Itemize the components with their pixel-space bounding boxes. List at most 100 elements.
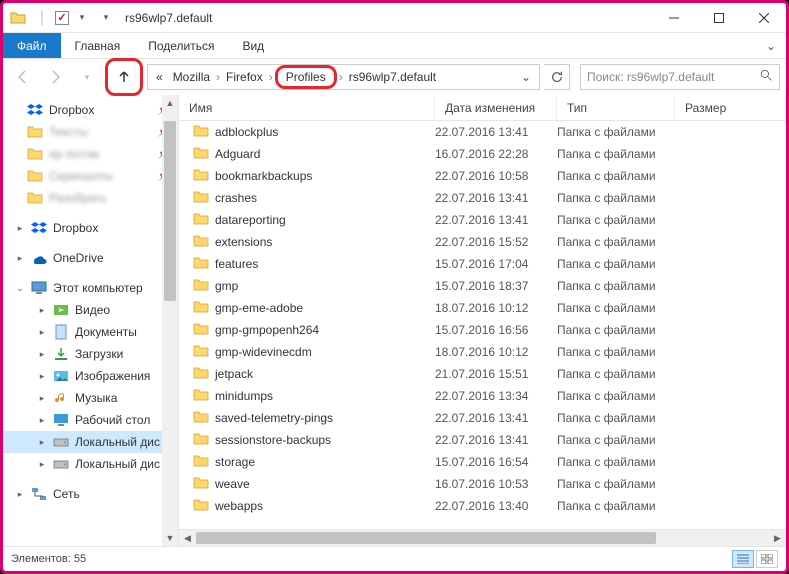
address-dropdown-icon[interactable]: ⌄ xyxy=(517,70,535,84)
tree-caret-icon[interactable]: ▸ xyxy=(15,253,25,264)
scroll-thumb[interactable] xyxy=(164,121,176,301)
tree-caret-icon[interactable]: ▸ xyxy=(37,437,47,448)
qat-dropdown-icon[interactable]: ▾ xyxy=(71,7,93,29)
file-row[interactable]: gmp-gmpopenh26415.07.2016 16:56Папка с ф… xyxy=(179,319,786,341)
file-row[interactable]: webapps22.07.2016 13:40Папка с файлами xyxy=(179,495,786,517)
address-bar[interactable]: « Mozilla › Firefox › Profiles › rs96wlp… xyxy=(147,64,540,90)
tree-caret-icon[interactable]: ▸ xyxy=(37,459,47,470)
sidebar-quick-item[interactable]: Скриншоты📌 xyxy=(3,165,178,187)
tree-caret-icon[interactable]: ▸ xyxy=(37,305,47,316)
sidebar-pc-item[interactable]: ▸Изображения xyxy=(3,365,178,387)
tree-caret-icon[interactable]: ▸ xyxy=(37,371,47,382)
tab-home[interactable]: Главная xyxy=(61,33,135,58)
ribbon-expand-icon[interactable]: ⌄ xyxy=(756,33,786,58)
file-row[interactable]: jetpack21.07.2016 15:51Папка с файлами xyxy=(179,363,786,385)
chevron-right-icon[interactable]: › xyxy=(339,70,343,84)
sidebar-this-pc[interactable]: ⌄ Этот компьютер xyxy=(3,277,178,299)
breadcrumb-current[interactable]: rs96wlp7.default xyxy=(345,68,440,86)
navigation-pane[interactable]: Dropbox📌Тексты📌яр потом📌Скриншоты📌Разобр… xyxy=(3,95,179,546)
sidebar-quick-item[interactable]: Разобрать xyxy=(3,187,178,209)
tree-caret-icon[interactable]: ▸ xyxy=(15,489,25,500)
file-row[interactable]: bookmarkbackups22.07.2016 10:58Папка с ф… xyxy=(179,165,786,187)
scroll-left-icon[interactable]: ◀ xyxy=(179,530,196,546)
view-icons-button[interactable] xyxy=(756,550,778,568)
sidebar-quick-item[interactable]: Тексты📌 xyxy=(3,121,178,143)
sidebar-pc-item[interactable]: ▸Музыка xyxy=(3,387,178,409)
folder-icon xyxy=(193,168,209,185)
file-row[interactable]: gmp15.07.2016 18:37Папка с файлами xyxy=(179,275,786,297)
file-row[interactable]: extensions22.07.2016 15:52Папка с файлам… xyxy=(179,231,786,253)
sidebar-pc-item[interactable]: ▸Локальный дис xyxy=(3,431,178,453)
file-row[interactable]: weave16.07.2016 10:53Папка с файлами xyxy=(179,473,786,495)
close-button[interactable] xyxy=(741,3,786,33)
search-icon[interactable] xyxy=(760,69,773,85)
tree-caret-icon[interactable]: ▸ xyxy=(37,415,47,426)
scroll-right-icon[interactable]: ▶ xyxy=(769,530,786,546)
chevron-right-icon[interactable]: › xyxy=(269,70,273,84)
qat-overflow-icon[interactable]: ▾ xyxy=(95,7,117,29)
sidebar-onedrive[interactable]: ▸ OneDrive xyxy=(3,247,178,269)
breadcrumb-firefox[interactable]: Firefox xyxy=(222,68,267,86)
file-row[interactable]: features15.07.2016 17:04Папка с файлами xyxy=(179,253,786,275)
breadcrumb-overflow[interactable]: « xyxy=(152,68,167,86)
scroll-up-icon[interactable]: ▲ xyxy=(162,95,178,111)
file-row[interactable]: saved-telemetry-pings22.07.2016 13:41Пап… xyxy=(179,407,786,429)
file-row[interactable]: datareporting22.07.2016 13:41Папка с фай… xyxy=(179,209,786,231)
horizontal-scrollbar[interactable]: ◀ ▶ xyxy=(179,529,786,546)
maximize-button[interactable] xyxy=(696,3,741,33)
file-row[interactable]: gmp-eme-adobe18.07.2016 10:12Папка с фай… xyxy=(179,297,786,319)
sidebar-pc-item[interactable]: ▸Документы xyxy=(3,321,178,343)
tab-view[interactable]: Вид xyxy=(228,33,278,58)
file-list[interactable]: adblockplus22.07.2016 13:41Папка с файла… xyxy=(179,121,786,529)
tree-caret-icon[interactable]: ⌄ xyxy=(15,283,25,294)
scroll-down-icon[interactable]: ▼ xyxy=(162,530,178,546)
file-row[interactable]: sessionstore-backups22.07.2016 13:41Папк… xyxy=(179,429,786,451)
file-row[interactable]: Adguard16.07.2016 22:28Папка с файлами xyxy=(179,143,786,165)
file-name: gmp-eme-adobe xyxy=(215,301,303,315)
nav-up-button[interactable] xyxy=(110,63,138,91)
breadcrumb-mozilla[interactable]: Mozilla xyxy=(169,68,214,86)
column-name[interactable]: Имя xyxy=(179,95,435,120)
column-size[interactable]: Размер xyxy=(675,95,786,120)
file-row[interactable]: gmp-widevinecdm18.07.2016 10:12Папка с ф… xyxy=(179,341,786,363)
view-details-button[interactable] xyxy=(732,550,754,568)
qat-checkbox-icon[interactable]: ✓ xyxy=(55,11,69,25)
scroll-track[interactable] xyxy=(162,111,178,530)
sidebar-quick-item[interactable]: Dropbox📌 xyxy=(3,99,178,121)
scroll-track[interactable] xyxy=(196,530,769,546)
file-date: 22.07.2016 13:41 xyxy=(435,191,557,205)
sidebar-dropbox-root[interactable]: ▸ Dropbox xyxy=(3,217,178,239)
nav-recent-dropdown[interactable]: ▾ xyxy=(73,63,101,91)
sidebar-quick-item[interactable]: яр потом📌 xyxy=(3,143,178,165)
pictures-icon xyxy=(53,368,69,384)
tree-caret-icon[interactable]: ▸ xyxy=(37,327,47,338)
tree-caret-icon[interactable]: ▸ xyxy=(37,349,47,360)
file-row[interactable]: crashes22.07.2016 13:41Папка с файлами xyxy=(179,187,786,209)
chevron-right-icon[interactable]: › xyxy=(216,70,220,84)
tree-caret-icon[interactable]: ▸ xyxy=(15,223,25,234)
minimize-button[interactable] xyxy=(651,3,696,33)
tree-caret-icon[interactable]: ▸ xyxy=(37,393,47,404)
tab-file[interactable]: Файл xyxy=(3,33,61,58)
file-row[interactable]: storage15.07.2016 16:54Папка с файлами xyxy=(179,451,786,473)
video-icon xyxy=(53,302,69,318)
nav-back-button[interactable] xyxy=(9,63,37,91)
sidebar-pc-item[interactable]: ▸ Рабочий стол xyxy=(3,409,178,431)
tab-share[interactable]: Поделиться xyxy=(134,33,228,58)
file-row[interactable]: adblockplus22.07.2016 13:41Папка с файла… xyxy=(179,121,786,143)
nav-forward-button[interactable] xyxy=(41,63,69,91)
folder-icon xyxy=(193,498,209,515)
sidebar-pc-item[interactable]: ▸Загрузки xyxy=(3,343,178,365)
sidebar-network[interactable]: ▸ Сеть xyxy=(3,483,178,505)
breadcrumb-profiles[interactable]: Profiles xyxy=(275,65,337,89)
sidebar-pc-item[interactable]: ▸Локальный дис xyxy=(3,453,178,475)
column-type[interactable]: Тип xyxy=(557,95,675,120)
sidebar-pc-item[interactable]: ▸Видео xyxy=(3,299,178,321)
search-input[interactable]: Поиск: rs96wlp7.default xyxy=(580,64,780,90)
sidebar-item-label: Рабочий стол xyxy=(75,413,150,427)
file-row[interactable]: minidumps22.07.2016 13:34Папка с файлами xyxy=(179,385,786,407)
sidebar-scrollbar[interactable]: ▲ ▼ xyxy=(162,95,178,546)
scroll-thumb[interactable] xyxy=(196,532,656,544)
column-date[interactable]: Дата изменения xyxy=(435,95,557,120)
refresh-button[interactable] xyxy=(544,64,570,90)
